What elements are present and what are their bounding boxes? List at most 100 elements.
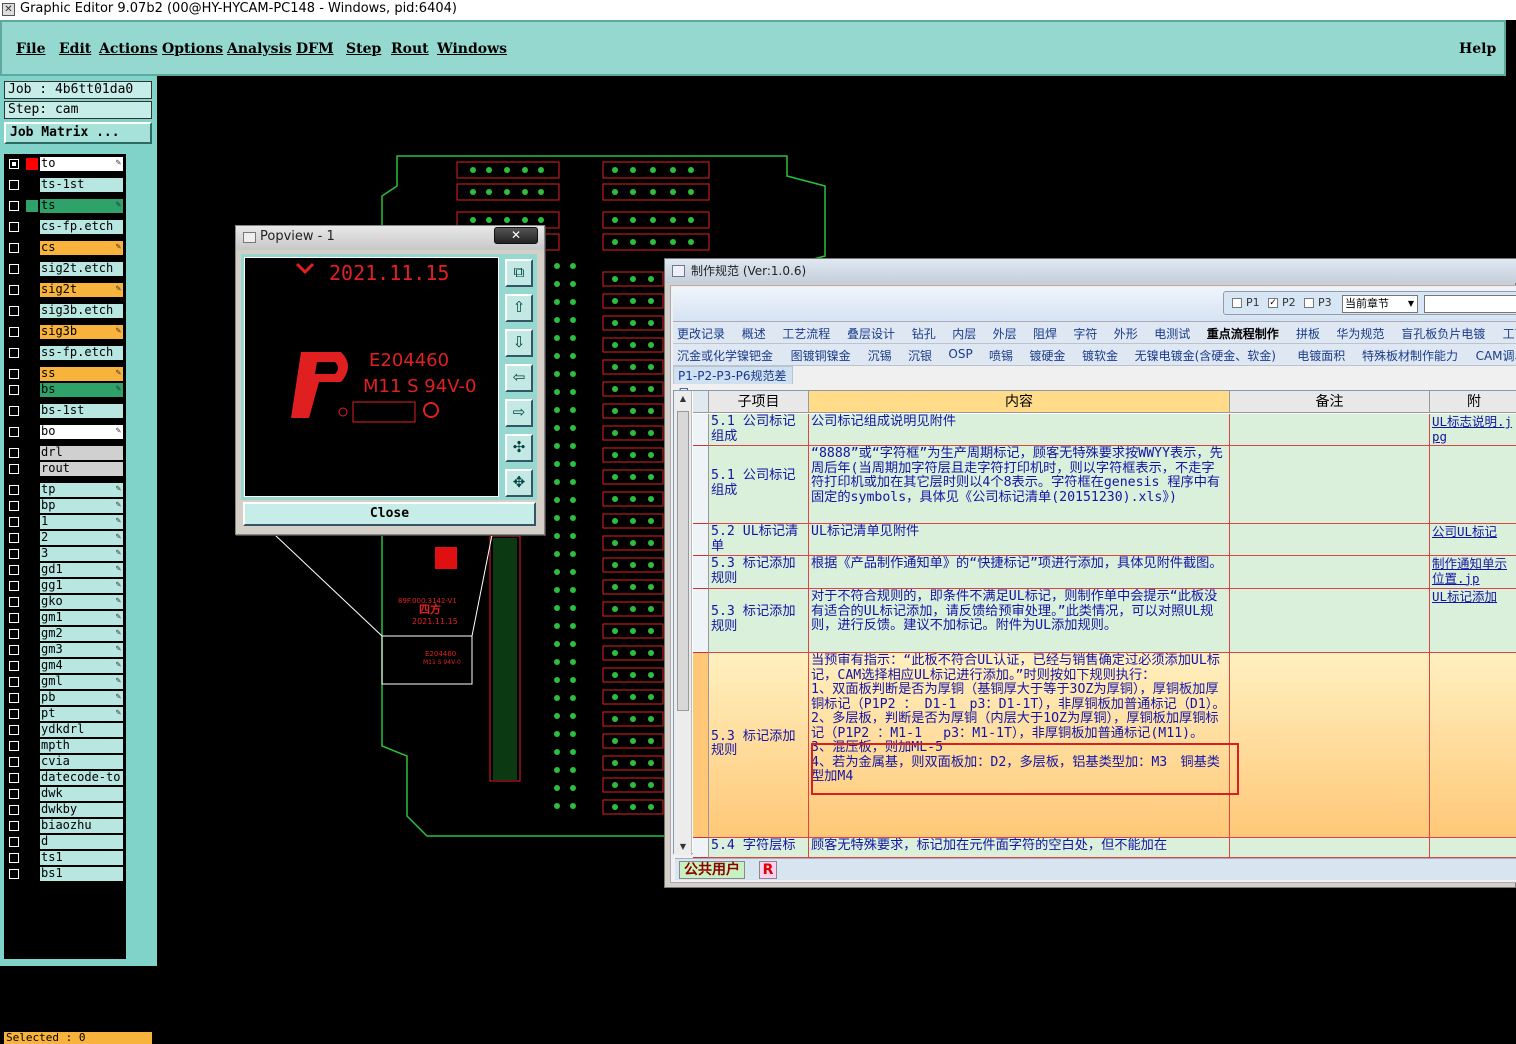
scroll-thumb[interactable] [677,411,689,711]
layer-row[interactable]: dwkby [4,803,126,818]
pan-down-icon[interactable]: ⇩ [505,329,533,357]
tab-item[interactable]: 电测试 [1154,325,1190,342]
layer-row[interactable]: dwk [4,787,126,802]
tab-item[interactable]: 钻孔 [912,325,936,342]
menu-analysis[interactable]: Analysis [227,41,292,57]
layer-color-swatch[interactable] [26,200,38,212]
layer-checkbox[interactable] [9,597,19,607]
layer-checkbox[interactable] [9,243,19,253]
layer-row[interactable]: gml ✎ [4,675,126,690]
layer-row[interactable]: ss ✎ [4,367,126,382]
layer-checkbox[interactable] [9,159,19,169]
pan-up-icon[interactable]: ⇧ [505,294,533,322]
layer-name[interactable]: ydkdrl [40,723,123,737]
layer-name[interactable]: 3 ✎ [40,547,123,561]
tab-item[interactable]: 华为规范 [1336,325,1384,342]
table-cell-item[interactable]: 5.4 字符层标 [709,838,809,858]
layer-name[interactable]: cvia [40,755,123,769]
layer-checkbox[interactable] [9,693,19,703]
layer-row[interactable]: gko ✎ [4,595,126,610]
layer-name[interactable]: to ✎ [40,157,123,171]
layer-row[interactable]: sig2t.etch [4,262,126,277]
table-cell-item[interactable]: 5.1 公司标记组成 [709,446,809,524]
table-cell-item[interactable]: 5.1 公司标记组成 [709,414,809,446]
tab-item[interactable]: 更改记录 [677,325,725,342]
layer-checkbox[interactable] [9,180,19,190]
layer-checkbox[interactable] [9,549,19,559]
layer-name[interactable]: d [40,835,123,849]
layer-checkbox[interactable] [9,448,19,458]
layer-name[interactable]: rout [40,462,123,476]
layer-row[interactable]: gm3 ✎ [4,643,126,658]
layer-row[interactable]: cvia [4,755,126,770]
menu-windows[interactable]: Windows [437,41,507,57]
row-selector[interactable] [693,524,709,556]
layer-name[interactable]: sig2t.etch [40,262,123,276]
layer-checkbox[interactable] [9,757,19,767]
layer-name[interactable]: sig3b ✎ [40,325,123,339]
layer-name[interactable]: 2 ✎ [40,531,123,545]
layer-name[interactable]: ts ✎ [40,199,123,213]
layer-row[interactable]: datecode-to [4,771,126,786]
layer-checkbox[interactable] [9,837,19,847]
layer-name[interactable]: datecode-to [40,771,123,785]
tab-p-diff[interactable]: P1-P2-P3-P6规范差异 [673,366,793,401]
tab-item[interactable]: CAM调单 [1476,347,1516,364]
scroll-down-icon[interactable]: ▼ [674,839,692,855]
table-cell-attach[interactable]: 公司UL标记 [1430,524,1516,556]
spec-titlebar[interactable]: 制作规范 (Ver:1.0.6) [665,259,1516,283]
table-cell-content[interactable]: “8888”或“字符框”为生产周期标记，顾客无特殊要求按WWYY表示，先周后年(… [809,446,1230,524]
layer-name[interactable]: drl [40,446,123,460]
tab-item[interactable]: 镀软金 [1082,347,1118,364]
tab-item[interactable]: 概述 [742,325,766,342]
table-cell-note[interactable] [1230,556,1430,589]
layer-checkbox[interactable] [9,629,19,639]
layer-row[interactable]: gd1 ✎ [4,563,126,578]
cell-text[interactable]: UL标记添加 [1432,589,1497,604]
popview-canvas[interactable]: 2021.11.15 E204460 M11 S 94V-0 [244,257,499,497]
layer-name[interactable]: cs ✎ [40,241,123,255]
layer-checkbox[interactable] [9,645,19,655]
table-cell-attach[interactable] [1430,838,1516,858]
tab-item[interactable]: 外层 [993,325,1017,342]
tab-item[interactable]: 沉锡 [868,347,892,364]
col-header-attach[interactable]: 附 [1430,391,1516,413]
tab-item[interactable]: 重点流程制作 [1207,325,1279,342]
layer-row[interactable]: sig2t ✎ [4,283,126,298]
menu-dfm[interactable]: DFM [296,41,334,57]
tab-item[interactable]: 叠层设计 [847,325,895,342]
layer-checkbox[interactable] [9,348,19,358]
layer-row[interactable]: ydkdrl [4,723,126,738]
table-cell-item[interactable]: 5.3 标记添加规则 [709,653,809,838]
tab-item[interactable]: 镀硬金 [1029,347,1065,364]
tab-item[interactable]: 字符 [1073,325,1097,342]
layer-row[interactable]: ts-1st [4,178,126,193]
layer-name[interactable]: dwkby [40,803,123,817]
layer-name[interactable]: gm3 ✎ [40,643,123,657]
table-cell-item[interactable]: 5.2 UL标记清单 [709,524,809,556]
layer-row[interactable]: mpth [4,739,126,754]
tab-item[interactable]: 工艺流程 [782,325,830,342]
layer-row[interactable]: bs-1st [4,404,126,419]
row-selector[interactable] [693,446,709,524]
p3-checkbox[interactable] [1304,298,1314,308]
row-selector[interactable] [693,653,709,838]
layer-checkbox[interactable] [9,464,19,474]
col-header-content[interactable]: 内容 [809,391,1230,413]
tab-item[interactable]: 拼板 [1296,325,1320,342]
col-header-item[interactable]: 子项目 [709,391,809,413]
popview-titlebar[interactable]: Popview - 1 ✕ [236,226,544,250]
popview-close-icon[interactable]: ✕ [494,227,538,244]
layer-name[interactable]: tp ✎ [40,483,123,497]
table-cell-note[interactable] [1230,524,1430,556]
layer-name[interactable]: bs ✎ [40,383,123,397]
layer-name[interactable]: gm4 ✎ [40,659,123,673]
layer-row[interactable]: pt ✎ [4,707,126,722]
popview-close-button[interactable]: Close [243,502,536,526]
layer-row[interactable]: 2 ✎ [4,531,126,546]
tab-item[interactable]: 沉金或化学镍钯金 [677,347,773,364]
job-matrix-button[interactable]: Job Matrix ... [4,122,152,144]
layer-checkbox[interactable] [9,773,19,783]
layer-checkbox[interactable] [9,501,19,511]
layer-row[interactable]: bs ✎ [4,383,126,398]
